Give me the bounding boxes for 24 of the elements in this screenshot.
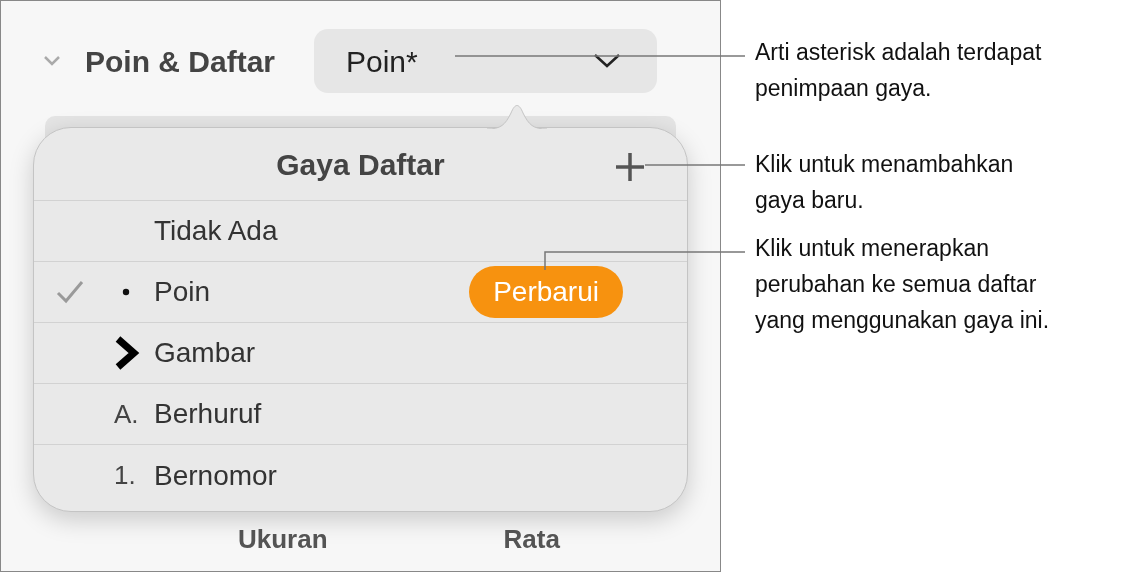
- callout-text: Arti asterisk adalah terdapat penimpaan gaya.: [755, 38, 1043, 103]
- list-style-row[interactable]: Gambar: [34, 323, 687, 384]
- list-style-row[interactable]: A. Berhuruf: [34, 384, 687, 445]
- section-title: Poin & Daftar: [85, 43, 277, 80]
- style-dropdown[interactable]: Poin*: [314, 29, 657, 93]
- list-marker: 1.: [114, 459, 137, 492]
- row-label: Gambar: [154, 336, 256, 370]
- list-marker: A.: [114, 397, 140, 431]
- row-label: Tidak Ada: [154, 214, 278, 248]
- popover-title: Gaya Daftar: [276, 146, 445, 183]
- callout-text: Klik untuk menambahkan gaya baru.: [755, 150, 1015, 215]
- column-label: Rata: [503, 522, 560, 556]
- list-style-row[interactable]: Tidak Ada: [34, 201, 687, 262]
- add-icon[interactable]: [615, 152, 645, 182]
- chevron-icon: [114, 335, 140, 371]
- row-label: Berhuruf: [154, 397, 262, 431]
- callout-text: Klik untuk menerapkan perubahan ke semua daftar yang menggunakan gaya ini.: [755, 234, 1051, 335]
- list-style-row[interactable]: Poin Perbarui: [34, 262, 687, 323]
- column-label: Ukuran: [238, 522, 328, 556]
- chevron-icon: [593, 53, 621, 69]
- list-style-row[interactable]: 1. Bernomor: [34, 445, 687, 506]
- row-label: Poin: [154, 275, 211, 309]
- row-label: Bernomor: [154, 458, 277, 493]
- bullet-icon: [122, 288, 130, 296]
